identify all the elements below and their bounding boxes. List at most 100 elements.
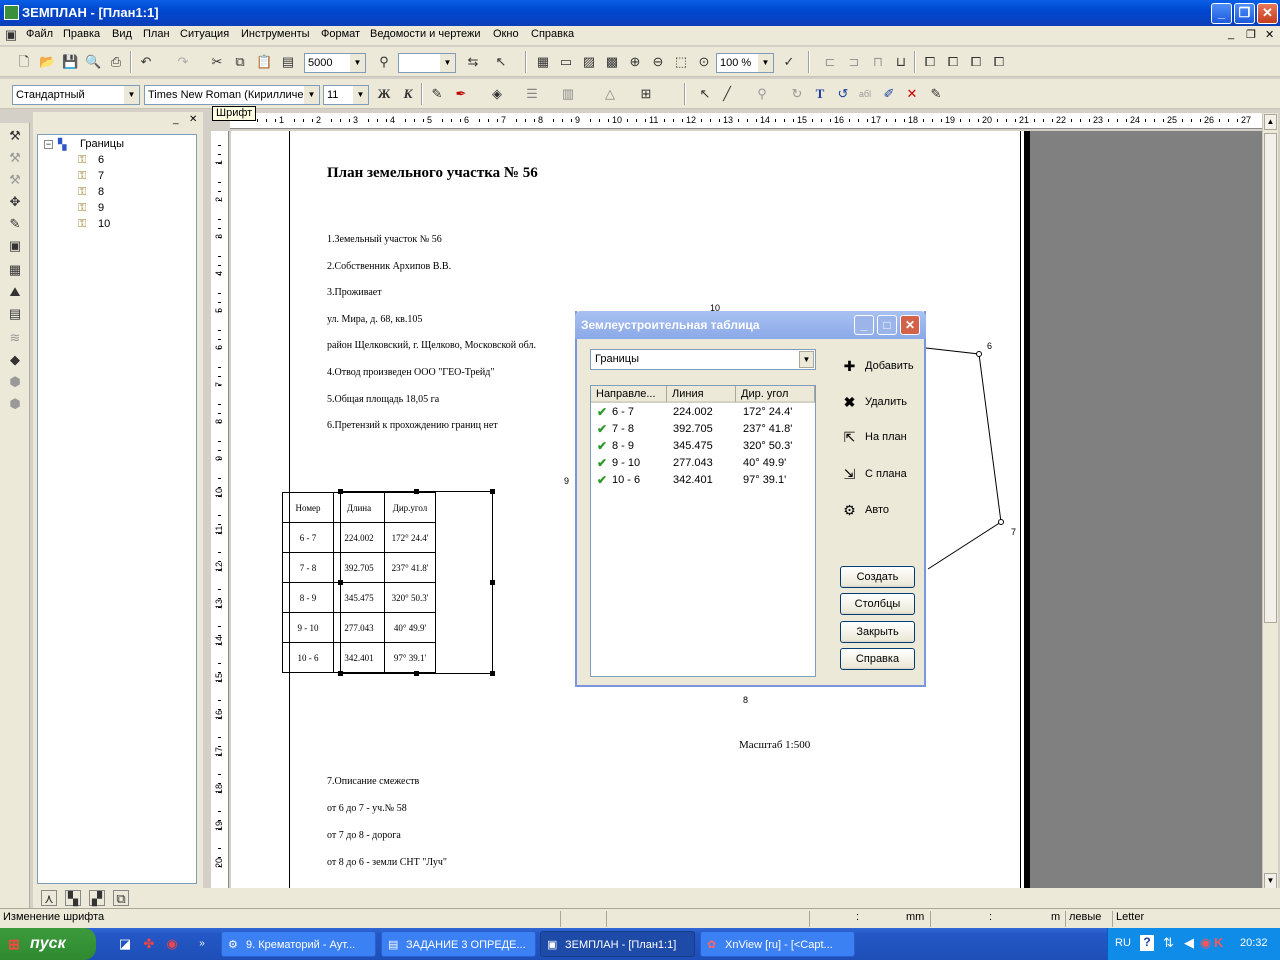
- columns-button[interactable]: Столбцы: [840, 593, 915, 615]
- copy-icon[interactable]: ⧉: [232, 54, 248, 70]
- chevron-down-icon[interactable]: ▼: [758, 54, 773, 72]
- dialog-layer-combo[interactable]: Границы ▼: [590, 349, 816, 370]
- zoom-window-icon[interactable]: ⬚: [673, 54, 689, 70]
- tree-collapse-icon[interactable]: −: [44, 140, 53, 149]
- scroll-thumb[interactable]: [1264, 133, 1277, 623]
- select-icon[interactable]: ↖: [493, 54, 509, 70]
- mdi-restore[interactable]: ❐: [1246, 28, 1256, 41]
- vertical-scrollbar[interactable]: ▲ ▼: [1262, 113, 1278, 908]
- column-angle[interactable]: Дир. угол: [736, 386, 815, 403]
- quicklaunch-2-icon[interactable]: ✤: [141, 936, 157, 952]
- panel-close[interactable]: ✕: [189, 114, 197, 125]
- minimize-button[interactable]: _: [1211, 3, 1232, 24]
- mdi-minimize[interactable]: _: [1228, 28, 1234, 40]
- measure-icon[interactable]: ✐: [881, 86, 897, 102]
- size-combo[interactable]: 11 ▼: [323, 85, 369, 105]
- tab-plan-icon[interactable]: ⋏: [41, 890, 57, 906]
- text-color-icon[interactable]: ✎: [429, 86, 445, 102]
- zoom-in-icon[interactable]: ⊕: [627, 54, 643, 70]
- dialog-close-button[interactable]: ✕: [900, 315, 920, 335]
- tool-3-icon[interactable]: ⚒: [7, 172, 23, 188]
- zoom-combo[interactable]: 100 % ▼: [716, 53, 774, 73]
- menu-situation[interactable]: Ситуация: [180, 28, 229, 40]
- align-center-icon[interactable]: ⊐: [846, 54, 862, 70]
- network-tray-icon[interactable]: ⇅: [1163, 935, 1174, 951]
- triangle-icon[interactable]: △: [602, 86, 618, 102]
- undo-icon[interactable]: ↶: [138, 54, 154, 70]
- pen-color-icon[interactable]: ✒: [453, 86, 469, 102]
- menu-reports[interactable]: Ведомости и чертежи: [370, 28, 481, 40]
- menu-file[interactable]: Файл: [26, 28, 53, 40]
- menu-view[interactable]: Вид: [112, 28, 132, 40]
- chevron-down-icon[interactable]: ▼: [124, 86, 139, 104]
- maximize-button[interactable]: ❐: [1234, 3, 1255, 24]
- label-icon[interactable]: aбl: [857, 86, 873, 102]
- print-icon[interactable]: ⎙: [108, 54, 124, 70]
- tool-5-icon[interactable]: ✎: [7, 216, 23, 232]
- tree-item-10[interactable]: 10: [98, 218, 110, 230]
- preview-icon[interactable]: 🔍: [85, 54, 101, 70]
- quicklaunch-1-icon[interactable]: ◪: [117, 936, 133, 952]
- list-item[interactable]: ✔ 8 - 9 345.475 320° 50.3': [591, 438, 815, 455]
- zoom-all-icon[interactable]: ⊙: [696, 54, 712, 70]
- rotate-icon[interactable]: ↺: [835, 86, 851, 102]
- grid-icon[interactable]: ▭: [558, 54, 574, 70]
- back-tray-icon[interactable]: ◀: [1184, 935, 1194, 951]
- cut-icon[interactable]: ✂: [209, 54, 225, 70]
- paste-icon[interactable]: 📋: [256, 54, 272, 70]
- column-line[interactable]: Линия: [667, 386, 736, 403]
- line-icon[interactable]: ╱: [719, 86, 735, 102]
- line-width-icon[interactable]: ▥: [560, 86, 576, 102]
- open-icon[interactable]: 📂: [39, 54, 55, 70]
- panel-minimize[interactable]: _: [173, 114, 179, 125]
- task-zadanie[interactable]: ▤ ЗАДАНИЕ 3 ОПРЕДЕ...: [381, 931, 536, 957]
- point-icon[interactable]: ⚲: [754, 86, 770, 102]
- monitor-icon[interactable]: ▩: [604, 54, 620, 70]
- dialog-close-text-button[interactable]: Закрыть: [840, 621, 915, 643]
- send-back-icon[interactable]: ⧠: [991, 54, 1007, 70]
- style-combo[interactable]: Стандартный ▼: [12, 85, 140, 105]
- dialog-list[interactable]: Направле... Линия Дир. угол ✔ 6 - 7 224.00…: [590, 385, 816, 677]
- quicklaunch-more-icon[interactable]: »: [194, 936, 210, 952]
- layers-icon[interactable]: ▨: [581, 54, 597, 70]
- tool-2-icon[interactable]: ⚒: [7, 150, 23, 166]
- table-view-icon[interactable]: ▦: [535, 54, 551, 70]
- chevron-down-icon[interactable]: ▼: [440, 54, 455, 72]
- pointer-icon[interactable]: ↖: [697, 86, 713, 102]
- node-icon[interactable]: ⊞: [638, 86, 654, 102]
- bring-front-icon[interactable]: ⧠: [968, 54, 984, 70]
- zoom-out-icon[interactable]: ⊖: [650, 54, 666, 70]
- list-item[interactable]: ✔ 6 - 7 224.002 172° 24.4': [591, 404, 815, 421]
- scale-combo[interactable]: 5000 ▼: [304, 53, 366, 73]
- chevron-down-icon[interactable]: ▼: [353, 86, 368, 104]
- tool-1-icon[interactable]: ⚒: [7, 128, 23, 144]
- start-button[interactable]: ⊞ пуск: [0, 928, 96, 960]
- scroll-down-icon[interactable]: ▼: [1264, 873, 1277, 889]
- goto-icon[interactable]: ⇆: [465, 54, 481, 70]
- chevron-down-icon[interactable]: ▼: [799, 351, 814, 368]
- dialog-maximize-button[interactable]: □: [877, 315, 897, 335]
- line-style-icon[interactable]: ☰: [524, 86, 540, 102]
- tab-objects-icon[interactable]: ▞: [89, 890, 105, 906]
- tool-11-icon[interactable]: ◆: [7, 352, 23, 368]
- tree-item-8[interactable]: 8: [98, 186, 104, 198]
- tool-6-icon[interactable]: ▣: [7, 238, 23, 254]
- redo-icon[interactable]: ↷: [175, 54, 191, 70]
- bold-button[interactable]: Ж: [376, 86, 392, 102]
- tool-4-icon[interactable]: ✥: [7, 194, 23, 210]
- column-direction[interactable]: Направле...: [591, 386, 667, 403]
- eraser-icon[interactable]: ✎: [928, 86, 944, 102]
- list-item[interactable]: ✔ 9 - 10 277.043 40° 49.9': [591, 455, 815, 472]
- list-item[interactable]: ✔ 10 - 6 342.401 97° 39.1': [591, 472, 815, 489]
- fill-icon[interactable]: ◈: [489, 86, 505, 102]
- task-zemplan[interactable]: ▣ ЗЕМПЛАН - [План1:1]: [540, 931, 695, 957]
- antivirus-tray-icon[interactable]: ◉: [1200, 935, 1211, 951]
- tool-12-icon[interactable]: ⬢: [7, 374, 23, 390]
- doc-icon[interactable]: ▣: [3, 27, 19, 43]
- delete-icon[interactable]: ▤: [280, 54, 296, 70]
- text-tool-icon[interactable]: T: [812, 86, 828, 102]
- language-indicator[interactable]: RU: [1115, 937, 1131, 949]
- mdi-close[interactable]: ✕: [1265, 28, 1274, 41]
- chevron-down-icon[interactable]: ▼: [304, 86, 319, 104]
- tree-root[interactable]: Границы: [80, 138, 124, 150]
